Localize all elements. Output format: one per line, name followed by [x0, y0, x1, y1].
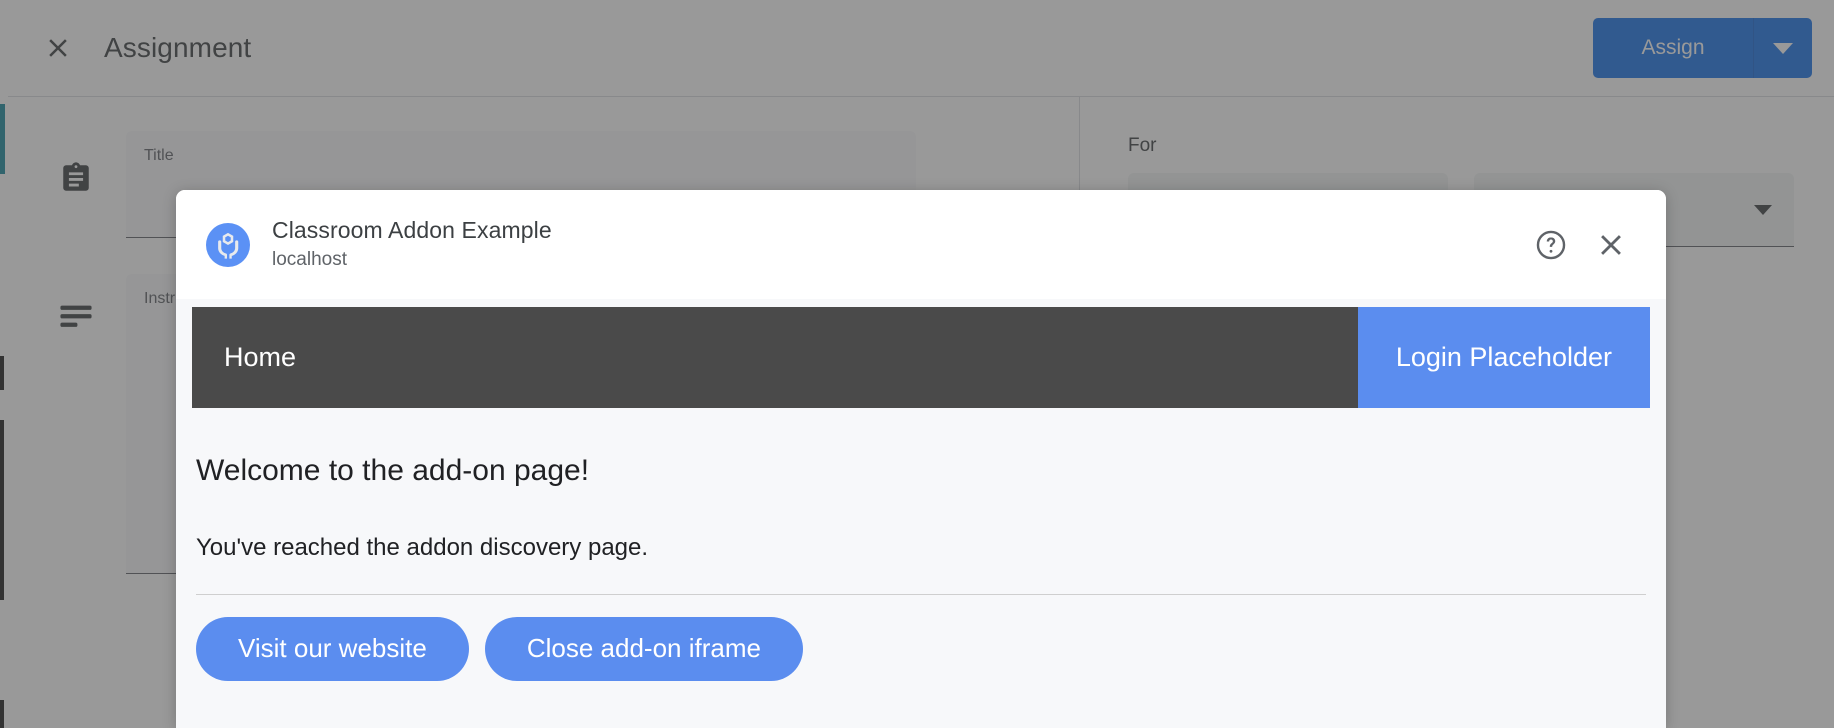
close-iframe-button[interactable]: Close add-on iframe: [484, 617, 803, 681]
addon-dialog-titles: Classroom Addon Example localhost: [272, 216, 552, 272]
addon-paragraph: You've reached the addon discovery page.: [196, 534, 649, 561]
nav-home-link[interactable]: Home: [192, 307, 296, 408]
addon-iframe-content: Home Login Placeholder Welcome to the ad…: [176, 299, 1666, 728]
addon-app-icon: [206, 222, 250, 267]
addon-navbar: Home Login Placeholder: [192, 307, 1650, 408]
addon-button-row: Visit our website Close add-on iframe: [194, 617, 1648, 681]
addon-dialog-titlebar: Classroom Addon Example localhost: [176, 190, 1666, 299]
addon-dialog-title: Classroom Addon Example: [272, 217, 552, 244]
close-icon[interactable]: [1586, 220, 1636, 270]
addon-main-content: Welcome to the add-on page! You've reach…: [176, 454, 1666, 681]
addon-heading: Welcome to the add-on page!: [196, 454, 590, 487]
addon-dialog: Classroom Addon Example localhost Home L…: [176, 190, 1666, 728]
addon-dialog-subtitle: localhost: [272, 249, 347, 271]
navbar-spacer: [296, 307, 1358, 408]
visit-website-button[interactable]: Visit our website: [196, 617, 469, 681]
help-circle-icon[interactable]: [1526, 220, 1576, 270]
nav-login-placeholder[interactable]: Login Placeholder: [1357, 307, 1650, 408]
content-divider: [196, 594, 1646, 595]
